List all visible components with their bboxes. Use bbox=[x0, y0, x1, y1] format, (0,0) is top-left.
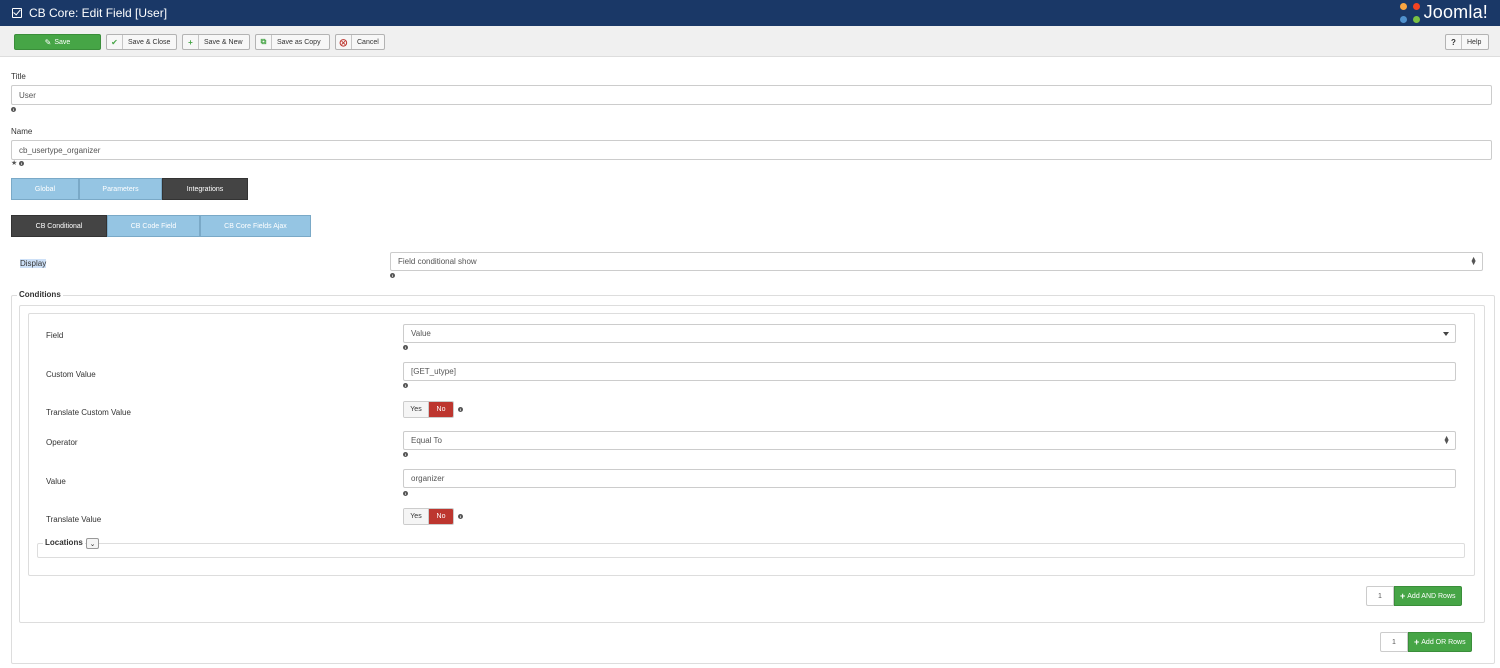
question-circle-icon: ? bbox=[1446, 35, 1462, 49]
value-input[interactable]: organizer bbox=[403, 469, 1456, 488]
cancel-button[interactable]: ⨂ Cancel bbox=[335, 34, 385, 50]
or-rows-count-input[interactable]: 1 bbox=[1380, 632, 1408, 652]
toggle-yes[interactable]: Yes bbox=[404, 509, 429, 524]
field-select[interactable]: Value bbox=[403, 324, 1456, 343]
cancel-circle-icon: ⨂ bbox=[336, 35, 352, 49]
info-icon: i bbox=[403, 383, 408, 388]
checkmark-icon: ✔ bbox=[107, 35, 123, 49]
field-label: Field bbox=[46, 331, 64, 340]
title-input[interactable]: User bbox=[11, 85, 1492, 105]
plus-icon: + bbox=[183, 35, 199, 49]
copy-icon: ⧉ bbox=[256, 35, 272, 49]
custom-value-input[interactable]: [GET_utype] bbox=[403, 362, 1456, 381]
save-close-button[interactable]: ✔ Save & Close bbox=[106, 34, 177, 50]
chevron-down-icon: ⌄ bbox=[89, 540, 96, 548]
operator-label: Operator bbox=[46, 438, 78, 447]
add-and-rows-group: 1 + Add AND Rows bbox=[1366, 586, 1462, 606]
translate-custom-value-toggle[interactable]: Yes No bbox=[403, 401, 454, 418]
translate-value-label: Translate Value bbox=[46, 515, 102, 524]
toolbar: ✎ Save ✔ Save & Close + Save & New ⧉ Sav… bbox=[0, 26, 1500, 57]
chevron-down-icon bbox=[1443, 332, 1449, 336]
operator-select[interactable]: Equal To ▲ ▼ bbox=[403, 431, 1456, 450]
info-icon: i bbox=[11, 107, 16, 112]
toggle-no[interactable]: No bbox=[429, 402, 453, 417]
required-star-icon: ★ bbox=[11, 160, 18, 167]
tab-parameters[interactable]: Parameters bbox=[79, 178, 162, 200]
info-icon: i bbox=[458, 514, 463, 519]
brand-wordmark: Joomla! bbox=[1423, 2, 1488, 22]
translate-custom-value-label: Translate Custom Value bbox=[46, 408, 131, 417]
save-button[interactable]: ✎ Save bbox=[14, 34, 101, 50]
subtab-cb-conditional[interactable]: CB Conditional bbox=[11, 215, 107, 237]
edit-icon: ✎ bbox=[44, 37, 52, 47]
add-or-rows-button[interactable]: + Add OR Rows bbox=[1408, 632, 1472, 652]
toggle-yes[interactable]: Yes bbox=[404, 402, 429, 417]
name-label: Name bbox=[11, 127, 33, 136]
save-new-button[interactable]: + Save & New bbox=[182, 34, 250, 50]
select-arrows-icon: ▲ ▼ bbox=[1443, 435, 1450, 446]
and-rows-count-input[interactable]: 1 bbox=[1366, 586, 1394, 606]
display-select-value: Field conditional show bbox=[398, 257, 477, 266]
help-button[interactable]: ? Help bbox=[1445, 34, 1489, 50]
add-or-rows-group: 1 + Add OR Rows bbox=[1380, 632, 1472, 652]
name-input[interactable]: cb_usertype_organizer bbox=[11, 140, 1492, 160]
plus-icon: + bbox=[1414, 637, 1420, 647]
tab-integrations[interactable]: Integrations bbox=[162, 178, 248, 200]
display-select[interactable]: Field conditional show ▲ ▼ bbox=[390, 252, 1483, 271]
subtab-cb-core-fields-ajax[interactable]: CB Core Fields Ajax bbox=[200, 215, 311, 237]
select-arrows-icon: ▲ ▼ bbox=[1470, 256, 1477, 267]
add-and-rows-button[interactable]: + Add AND Rows bbox=[1394, 586, 1462, 606]
check-square-icon bbox=[12, 8, 22, 18]
translate-value-toggle[interactable]: Yes No bbox=[403, 508, 454, 525]
info-icon: i bbox=[390, 273, 395, 278]
joomla-logo-icon bbox=[1399, 2, 1420, 23]
save-copy-button[interactable]: ⧉ Save as Copy bbox=[255, 34, 330, 50]
field-select-value: Value bbox=[411, 329, 431, 338]
subtab-cb-code-field[interactable]: CB Code Field bbox=[107, 215, 200, 237]
locations-legend: Locations bbox=[43, 538, 85, 547]
display-label: Display bbox=[20, 259, 47, 268]
info-icon: i bbox=[19, 161, 24, 166]
app-header: CB Core: Edit Field [User] Joomla! bbox=[0, 0, 1500, 26]
toggle-no[interactable]: No bbox=[429, 509, 453, 524]
custom-value-label: Custom Value bbox=[46, 370, 96, 379]
value-label: Value bbox=[46, 477, 66, 486]
plus-icon: + bbox=[1400, 591, 1406, 601]
locations-fieldset bbox=[37, 543, 1465, 558]
title-label: Title bbox=[11, 72, 26, 81]
info-icon: i bbox=[458, 407, 463, 412]
info-icon: i bbox=[403, 345, 408, 350]
brand: Joomla! bbox=[1399, 2, 1488, 23]
info-icon: i bbox=[403, 491, 408, 496]
page-title: CB Core: Edit Field [User] bbox=[29, 6, 168, 20]
conditions-legend: Conditions bbox=[17, 290, 63, 299]
locations-toggle-button[interactable]: ⌄ bbox=[86, 538, 99, 549]
operator-select-value: Equal To bbox=[411, 436, 442, 445]
tab-global[interactable]: Global bbox=[11, 178, 79, 200]
info-icon: i bbox=[403, 452, 408, 457]
